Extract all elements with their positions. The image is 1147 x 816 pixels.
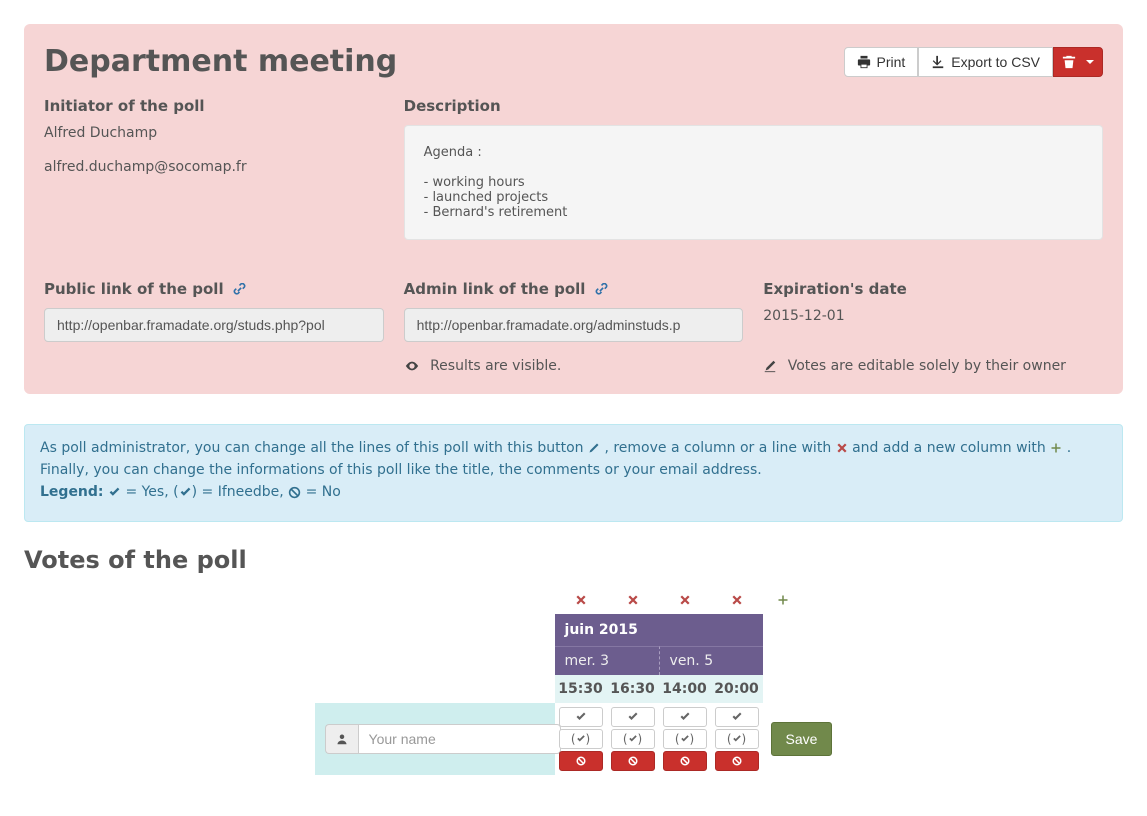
user-icon — [325, 724, 358, 754]
vote-no-button[interactable] — [663, 751, 707, 771]
vote-ifneedbe-button[interactable]: () — [663, 729, 707, 749]
plus-icon — [1050, 440, 1066, 456]
remove-column-button[interactable] — [607, 586, 659, 614]
votes-heading: Votes of the poll — [24, 546, 1123, 574]
results-visible-note: Results are visible. — [404, 358, 744, 374]
ban-icon — [288, 486, 301, 499]
vote-yes-button[interactable] — [715, 707, 759, 727]
initiator-label: Initiator of the poll — [44, 97, 384, 115]
remove-icon — [836, 440, 852, 456]
time-header: 20:00 — [711, 675, 763, 703]
expiration-date: 2015-12-01 — [763, 308, 1103, 324]
remove-column-button[interactable] — [711, 586, 763, 614]
link-icon — [233, 280, 246, 298]
caret-down-icon — [1086, 60, 1094, 64]
check-icon — [179, 486, 192, 499]
edit-icon — [763, 358, 781, 374]
poll-header-panel: Department meeting Print Export to CSV I… — [24, 24, 1123, 394]
download-icon — [931, 55, 945, 69]
legend-line: Legend: = Yes, () = Ifneedbe, = No — [40, 484, 1107, 500]
edit-rights-note: Votes are editable solely by their owner — [763, 358, 1103, 374]
initiator-email: alfred.duchamp@socomap.fr — [44, 159, 384, 175]
vote-yes-button[interactable] — [611, 707, 655, 727]
time-header: 16:30 — [607, 675, 659, 703]
export-csv-button[interactable]: Export to CSV — [918, 47, 1053, 77]
admin-info-alert: As poll administrator, you can change al… — [24, 424, 1123, 522]
header-actions: Print Export to CSV — [844, 47, 1104, 77]
trash-icon — [1062, 55, 1076, 69]
votes-table: juin 2015 mer. 3 ven. 5 15:30 16:30 14:0… — [315, 586, 833, 775]
print-button[interactable]: Print — [844, 47, 919, 77]
vote-ifneedbe-button[interactable]: () — [559, 729, 603, 749]
check-icon — [108, 486, 121, 499]
expiration-label: Expiration's date — [763, 280, 1103, 298]
description-label: Description — [404, 97, 1103, 115]
remove-column-button[interactable] — [659, 586, 711, 614]
admin-alert-line1: As poll administrator, you can change al… — [40, 440, 1107, 456]
add-column-button[interactable] — [763, 586, 803, 614]
pencil-icon — [588, 442, 600, 454]
day-header: ven. 5 — [659, 646, 763, 675]
remove-column-button[interactable] — [555, 586, 607, 614]
admin-link-label: Admin link of the poll — [404, 280, 744, 298]
link-icon — [595, 280, 608, 298]
save-button[interactable]: Save — [771, 722, 833, 756]
admin-link-input[interactable] — [404, 308, 744, 342]
voter-name-input[interactable] — [358, 724, 561, 754]
public-link-input[interactable] — [44, 308, 384, 342]
vote-no-button[interactable] — [715, 751, 759, 771]
time-header: 15:30 — [555, 675, 607, 703]
poll-title: Department meeting — [44, 44, 397, 79]
public-link-label: Public link of the poll — [44, 280, 384, 298]
day-header: mer. 3 — [555, 646, 659, 675]
vote-ifneedbe-button[interactable]: () — [715, 729, 759, 749]
time-header: 14:00 — [659, 675, 711, 703]
initiator-name: Alfred Duchamp — [44, 125, 384, 141]
vote-no-button[interactable] — [559, 751, 603, 771]
eye-icon — [404, 358, 424, 374]
delete-dropdown-button[interactable] — [1053, 47, 1103, 77]
vote-yes-button[interactable] — [663, 707, 707, 727]
description-text: Agenda : - working hours - launched proj… — [404, 125, 1103, 240]
month-header: juin 2015 — [555, 614, 763, 646]
print-icon — [857, 55, 871, 69]
vote-ifneedbe-button[interactable]: () — [611, 729, 655, 749]
vote-no-button[interactable] — [611, 751, 655, 771]
vote-yes-button[interactable] — [559, 707, 603, 727]
admin-alert-line2: Finally, you can change the informations… — [40, 462, 1107, 478]
